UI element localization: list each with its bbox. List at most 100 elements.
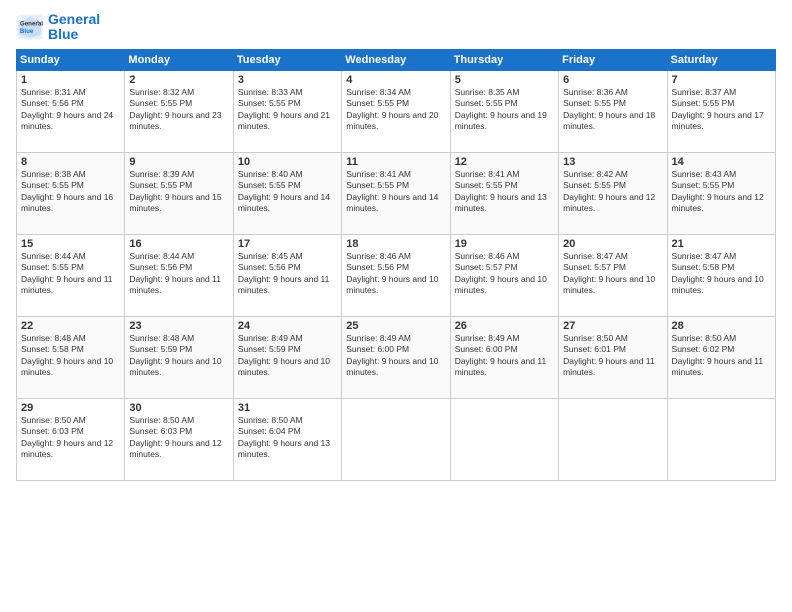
day-cell-22: 22Sunrise: 8:48 AMSunset: 5:58 PMDayligh… xyxy=(17,316,125,398)
day-cell-28: 28Sunrise: 8:50 AMSunset: 6:02 PMDayligh… xyxy=(667,316,775,398)
svg-text:Blue: Blue xyxy=(20,29,34,36)
day-number: 10 xyxy=(238,156,337,168)
day-cell-12: 12Sunrise: 8:41 AMSunset: 5:55 PMDayligh… xyxy=(450,152,558,234)
day-number: 7 xyxy=(672,74,771,86)
day-number: 12 xyxy=(455,156,554,168)
day-info: Sunrise: 8:31 AMSunset: 5:56 PMDaylight:… xyxy=(21,87,120,133)
day-number: 2 xyxy=(129,74,228,86)
calendar-table: SundayMondayTuesdayWednesdayThursdayFrid… xyxy=(16,49,776,481)
week-row-3: 15Sunrise: 8:44 AMSunset: 5:55 PMDayligh… xyxy=(17,234,776,316)
day-info: Sunrise: 8:38 AMSunset: 5:55 PMDaylight:… xyxy=(21,169,120,215)
day-number: 6 xyxy=(563,74,662,86)
day-info: Sunrise: 8:50 AMSunset: 6:03 PMDaylight:… xyxy=(21,415,120,461)
day-info: Sunrise: 8:35 AMSunset: 5:55 PMDaylight:… xyxy=(455,87,554,133)
day-cell-5: 5Sunrise: 8:35 AMSunset: 5:55 PMDaylight… xyxy=(450,70,558,152)
empty-cell xyxy=(342,398,450,480)
day-number: 27 xyxy=(563,320,662,332)
page: General Blue General Blue SundayMondayTu… xyxy=(0,0,792,612)
weekday-header-saturday: Saturday xyxy=(667,49,775,70)
day-number: 5 xyxy=(455,74,554,86)
day-number: 17 xyxy=(238,238,337,250)
day-info: Sunrise: 8:32 AMSunset: 5:55 PMDaylight:… xyxy=(129,87,228,133)
day-info: Sunrise: 8:49 AMSunset: 6:00 PMDaylight:… xyxy=(455,333,554,379)
week-row-5: 29Sunrise: 8:50 AMSunset: 6:03 PMDayligh… xyxy=(17,398,776,480)
weekday-header-thursday: Thursday xyxy=(450,49,558,70)
weekday-header-sunday: Sunday xyxy=(17,49,125,70)
day-number: 13 xyxy=(563,156,662,168)
day-info: Sunrise: 8:50 AMSunset: 6:02 PMDaylight:… xyxy=(672,333,771,379)
day-cell-2: 2Sunrise: 8:32 AMSunset: 5:55 PMDaylight… xyxy=(125,70,233,152)
day-number: 26 xyxy=(455,320,554,332)
day-number: 4 xyxy=(346,74,445,86)
day-number: 15 xyxy=(21,238,120,250)
weekday-header-tuesday: Tuesday xyxy=(233,49,341,70)
day-info: Sunrise: 8:44 AMSunset: 5:55 PMDaylight:… xyxy=(21,251,120,297)
day-number: 20 xyxy=(563,238,662,250)
day-info: Sunrise: 8:43 AMSunset: 5:55 PMDaylight:… xyxy=(672,169,771,215)
day-number: 16 xyxy=(129,238,228,250)
day-cell-25: 25Sunrise: 8:49 AMSunset: 6:00 PMDayligh… xyxy=(342,316,450,398)
day-cell-19: 19Sunrise: 8:46 AMSunset: 5:57 PMDayligh… xyxy=(450,234,558,316)
day-number: 25 xyxy=(346,320,445,332)
day-info: Sunrise: 8:46 AMSunset: 5:56 PMDaylight:… xyxy=(346,251,445,297)
day-cell-3: 3Sunrise: 8:33 AMSunset: 5:55 PMDaylight… xyxy=(233,70,341,152)
day-info: Sunrise: 8:46 AMSunset: 5:57 PMDaylight:… xyxy=(455,251,554,297)
empty-cell xyxy=(559,398,667,480)
day-info: Sunrise: 8:40 AMSunset: 5:55 PMDaylight:… xyxy=(238,169,337,215)
day-cell-31: 31Sunrise: 8:50 AMSunset: 6:04 PMDayligh… xyxy=(233,398,341,480)
logo-text: General Blue xyxy=(48,12,100,43)
day-cell-29: 29Sunrise: 8:50 AMSunset: 6:03 PMDayligh… xyxy=(17,398,125,480)
day-info: Sunrise: 8:34 AMSunset: 5:55 PMDaylight:… xyxy=(346,87,445,133)
day-info: Sunrise: 8:48 AMSunset: 5:58 PMDaylight:… xyxy=(21,333,120,379)
day-cell-17: 17Sunrise: 8:45 AMSunset: 5:56 PMDayligh… xyxy=(233,234,341,316)
day-number: 19 xyxy=(455,238,554,250)
day-info: Sunrise: 8:41 AMSunset: 5:55 PMDaylight:… xyxy=(455,169,554,215)
weekday-header-friday: Friday xyxy=(559,49,667,70)
day-number: 22 xyxy=(21,320,120,332)
day-number: 3 xyxy=(238,74,337,86)
header: General Blue General Blue xyxy=(16,12,776,43)
day-number: 8 xyxy=(21,156,120,168)
day-info: Sunrise: 8:45 AMSunset: 5:56 PMDaylight:… xyxy=(238,251,337,297)
day-cell-18: 18Sunrise: 8:46 AMSunset: 5:56 PMDayligh… xyxy=(342,234,450,316)
day-cell-8: 8Sunrise: 8:38 AMSunset: 5:55 PMDaylight… xyxy=(17,152,125,234)
day-number: 30 xyxy=(129,402,228,414)
day-cell-21: 21Sunrise: 8:47 AMSunset: 5:58 PMDayligh… xyxy=(667,234,775,316)
empty-cell xyxy=(450,398,558,480)
day-number: 31 xyxy=(238,402,337,414)
weekday-header-wednesday: Wednesday xyxy=(342,49,450,70)
day-info: Sunrise: 8:49 AMSunset: 5:59 PMDaylight:… xyxy=(238,333,337,379)
day-info: Sunrise: 8:44 AMSunset: 5:56 PMDaylight:… xyxy=(129,251,228,297)
day-number: 14 xyxy=(672,156,771,168)
day-info: Sunrise: 8:36 AMSunset: 5:55 PMDaylight:… xyxy=(563,87,662,133)
day-number: 11 xyxy=(346,156,445,168)
weekday-header-row: SundayMondayTuesdayWednesdayThursdayFrid… xyxy=(17,49,776,70)
day-cell-15: 15Sunrise: 8:44 AMSunset: 5:55 PMDayligh… xyxy=(17,234,125,316)
day-cell-23: 23Sunrise: 8:48 AMSunset: 5:59 PMDayligh… xyxy=(125,316,233,398)
week-row-1: 1Sunrise: 8:31 AMSunset: 5:56 PMDaylight… xyxy=(17,70,776,152)
day-cell-26: 26Sunrise: 8:49 AMSunset: 6:00 PMDayligh… xyxy=(450,316,558,398)
day-info: Sunrise: 8:50 AMSunset: 6:01 PMDaylight:… xyxy=(563,333,662,379)
day-number: 29 xyxy=(21,402,120,414)
day-cell-27: 27Sunrise: 8:50 AMSunset: 6:01 PMDayligh… xyxy=(559,316,667,398)
day-info: Sunrise: 8:33 AMSunset: 5:55 PMDaylight:… xyxy=(238,87,337,133)
day-number: 9 xyxy=(129,156,228,168)
day-cell-11: 11Sunrise: 8:41 AMSunset: 5:55 PMDayligh… xyxy=(342,152,450,234)
logo-icon: General Blue xyxy=(16,13,44,41)
week-row-4: 22Sunrise: 8:48 AMSunset: 5:58 PMDayligh… xyxy=(17,316,776,398)
weekday-header-monday: Monday xyxy=(125,49,233,70)
day-info: Sunrise: 8:42 AMSunset: 5:55 PMDaylight:… xyxy=(563,169,662,215)
day-number: 21 xyxy=(672,238,771,250)
day-info: Sunrise: 8:50 AMSunset: 6:03 PMDaylight:… xyxy=(129,415,228,461)
day-number: 1 xyxy=(21,74,120,86)
empty-cell xyxy=(667,398,775,480)
day-number: 28 xyxy=(672,320,771,332)
day-info: Sunrise: 8:37 AMSunset: 5:55 PMDaylight:… xyxy=(672,87,771,133)
day-cell-6: 6Sunrise: 8:36 AMSunset: 5:55 PMDaylight… xyxy=(559,70,667,152)
day-cell-30: 30Sunrise: 8:50 AMSunset: 6:03 PMDayligh… xyxy=(125,398,233,480)
day-number: 18 xyxy=(346,238,445,250)
day-cell-4: 4Sunrise: 8:34 AMSunset: 5:55 PMDaylight… xyxy=(342,70,450,152)
day-cell-14: 14Sunrise: 8:43 AMSunset: 5:55 PMDayligh… xyxy=(667,152,775,234)
day-cell-10: 10Sunrise: 8:40 AMSunset: 5:55 PMDayligh… xyxy=(233,152,341,234)
day-number: 24 xyxy=(238,320,337,332)
